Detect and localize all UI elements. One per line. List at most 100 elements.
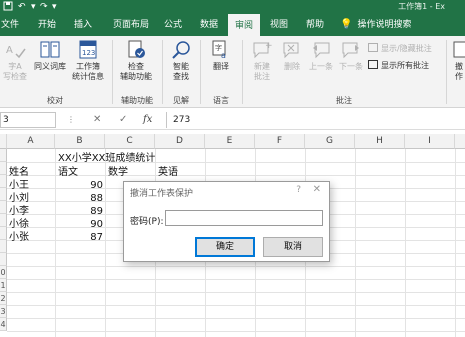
gridline bbox=[7, 279, 465, 280]
workbook-stats-button[interactable]: 123 工作簿 统计信息 bbox=[70, 40, 106, 82]
tab-data[interactable]: 数据 bbox=[196, 14, 222, 36]
row-header[interactable] bbox=[0, 240, 7, 253]
row-header[interactable] bbox=[0, 214, 7, 227]
name-box[interactable]: 3 bbox=[0, 112, 56, 128]
row-header[interactable] bbox=[0, 201, 7, 214]
tell-me-label: 操作说明搜索 bbox=[357, 20, 412, 30]
insert-function-icon[interactable]: fx bbox=[143, 112, 152, 128]
row-header[interactable] bbox=[0, 149, 7, 162]
select-all-corner[interactable] bbox=[0, 134, 7, 149]
delete-comment-button[interactable]: 删除 bbox=[278, 40, 306, 72]
tell-me-search[interactable]: 💡 操作说明搜索 bbox=[340, 14, 411, 36]
thesaurus-button[interactable]: 同义词库 bbox=[32, 40, 68, 72]
title-bar: ↶ ▾ ↷ ▾ 工作簿1 - Ex bbox=[0, 0, 465, 14]
lightbulb-icon: 💡 bbox=[340, 19, 353, 30]
sheet-title-cell[interactable]: XX小学XX班成绩统计 bbox=[58, 152, 155, 165]
header-cell-name[interactable]: 姓名 bbox=[9, 166, 29, 179]
close-icon[interactable]: ✕ bbox=[313, 184, 321, 195]
column-header-c[interactable]: C bbox=[105, 134, 155, 149]
column-header-i[interactable]: I bbox=[405, 134, 455, 149]
gridline bbox=[7, 318, 465, 319]
dropdown-icon[interactable]: ▾ bbox=[31, 1, 36, 13]
student-name-cell[interactable]: 小张 bbox=[9, 231, 29, 244]
header-cell-math[interactable]: 数学 bbox=[108, 166, 128, 179]
smart-lookup-button[interactable]: 智能 查找 bbox=[166, 40, 196, 82]
workbook-stats-label: 工作簿 统计信息 bbox=[72, 62, 104, 81]
redo-icon[interactable]: ↷ bbox=[40, 1, 48, 13]
tab-help[interactable]: 帮助 bbox=[302, 14, 328, 36]
tab-file[interactable]: 文件 bbox=[0, 14, 20, 36]
tab-home[interactable]: 开始 bbox=[34, 14, 60, 36]
gridline bbox=[7, 266, 465, 267]
gridline bbox=[7, 292, 465, 293]
tab-insert[interactable]: 插入 bbox=[70, 14, 96, 36]
enter-icon[interactable]: ✓ bbox=[119, 112, 127, 128]
student-name-cell[interactable]: 小刘 bbox=[9, 192, 29, 205]
customize-qat-icon[interactable]: ▾ bbox=[52, 1, 57, 13]
row-header[interactable] bbox=[0, 227, 7, 240]
tab-page-layout[interactable]: 页面布局 bbox=[108, 14, 154, 36]
column-header-b[interactable]: B bbox=[55, 134, 105, 149]
unprotect-sheet-button[interactable]: 撤 作 bbox=[452, 40, 465, 82]
row-header[interactable] bbox=[0, 253, 7, 266]
student-name-cell[interactable]: 小王 bbox=[9, 179, 29, 192]
formula-input[interactable]: 273 bbox=[166, 112, 465, 128]
row-header[interactable] bbox=[0, 188, 7, 201]
row-header[interactable]: 3 bbox=[0, 305, 7, 318]
column-header-g[interactable]: G bbox=[305, 134, 355, 149]
show-all-comments-button[interactable]: 显示所有批注 bbox=[368, 60, 429, 71]
group-label-accessibility: 辅助功能 bbox=[121, 96, 153, 105]
row-header[interactable] bbox=[0, 175, 7, 188]
score-cell[interactable]: 90 bbox=[55, 179, 103, 192]
new-comment-label: 新建 批注 bbox=[254, 62, 270, 81]
column-header-h[interactable]: H bbox=[355, 134, 405, 149]
help-icon[interactable]: ? bbox=[296, 185, 301, 195]
column-header-e[interactable]: E bbox=[205, 134, 255, 149]
name-box-more-icon[interactable]: ⋮ bbox=[67, 112, 75, 128]
password-label: 密码(P): bbox=[130, 217, 164, 227]
header-cell-english[interactable]: 英语 bbox=[158, 166, 178, 179]
student-name-cell[interactable]: 小徐 bbox=[9, 218, 29, 231]
group-separator bbox=[242, 40, 243, 104]
check-accessibility-button[interactable]: 检查 辅助功能 bbox=[116, 40, 156, 82]
dialog-title: 撤消工作表保护 bbox=[130, 189, 194, 199]
tab-review[interactable]: 审阅 bbox=[228, 14, 260, 36]
save-icon[interactable] bbox=[3, 1, 13, 15]
score-cell[interactable]: 90 bbox=[55, 218, 103, 231]
score-cell[interactable]: 87 bbox=[55, 231, 103, 244]
column-header-partial[interactable] bbox=[455, 134, 465, 149]
student-name-cell[interactable]: 小李 bbox=[9, 205, 29, 218]
show-hide-comment-label: 显示/隐藏批注 bbox=[381, 44, 432, 53]
new-comment-button[interactable]: + 新建 批注 bbox=[248, 40, 276, 82]
translate-icon: a字 bbox=[210, 40, 232, 60]
score-cell[interactable]: 88 bbox=[55, 192, 103, 205]
tab-view[interactable]: 视图 bbox=[266, 14, 292, 36]
row-header[interactable]: 4 bbox=[0, 318, 7, 331]
group-label-proofing: 校对 bbox=[47, 96, 63, 105]
new-comment-icon: + bbox=[251, 40, 273, 60]
gridline bbox=[7, 331, 465, 332]
row-header[interactable] bbox=[0, 162, 7, 175]
row-header[interactable]: 0 bbox=[0, 266, 7, 279]
cancel-button[interactable]: 取消 bbox=[263, 237, 323, 257]
show-hide-comment-icon bbox=[368, 43, 378, 52]
password-field[interactable] bbox=[165, 210, 323, 226]
header-cell-chinese[interactable]: 语文 bbox=[58, 166, 78, 179]
spell-check-button[interactable]: A 字A 写检查 bbox=[0, 40, 30, 82]
show-hide-comment-button[interactable]: 显示/隐藏批注 bbox=[368, 43, 432, 54]
previous-comment-button[interactable]: 上一条 bbox=[306, 40, 336, 72]
tab-formulas[interactable]: 公式 bbox=[160, 14, 186, 36]
column-header-d[interactable]: D bbox=[155, 134, 205, 149]
translate-button[interactable]: a字 翻译 bbox=[206, 40, 236, 72]
row-header[interactable]: 1 bbox=[0, 279, 7, 292]
column-header-f[interactable]: F bbox=[255, 134, 305, 149]
ok-button[interactable]: 确定 bbox=[195, 237, 255, 257]
unprotect-sheet-label: 撤 作 bbox=[455, 62, 463, 81]
group-label-insights: 见解 bbox=[173, 96, 189, 105]
next-comment-button[interactable]: 下一条 bbox=[336, 40, 366, 72]
score-cell[interactable]: 89 bbox=[55, 205, 103, 218]
column-header-a[interactable]: A bbox=[7, 134, 55, 149]
undo-icon[interactable]: ↶ bbox=[18, 1, 26, 13]
cancel-icon[interactable]: ✕ bbox=[93, 112, 101, 128]
row-header[interactable]: 2 bbox=[0, 292, 7, 305]
